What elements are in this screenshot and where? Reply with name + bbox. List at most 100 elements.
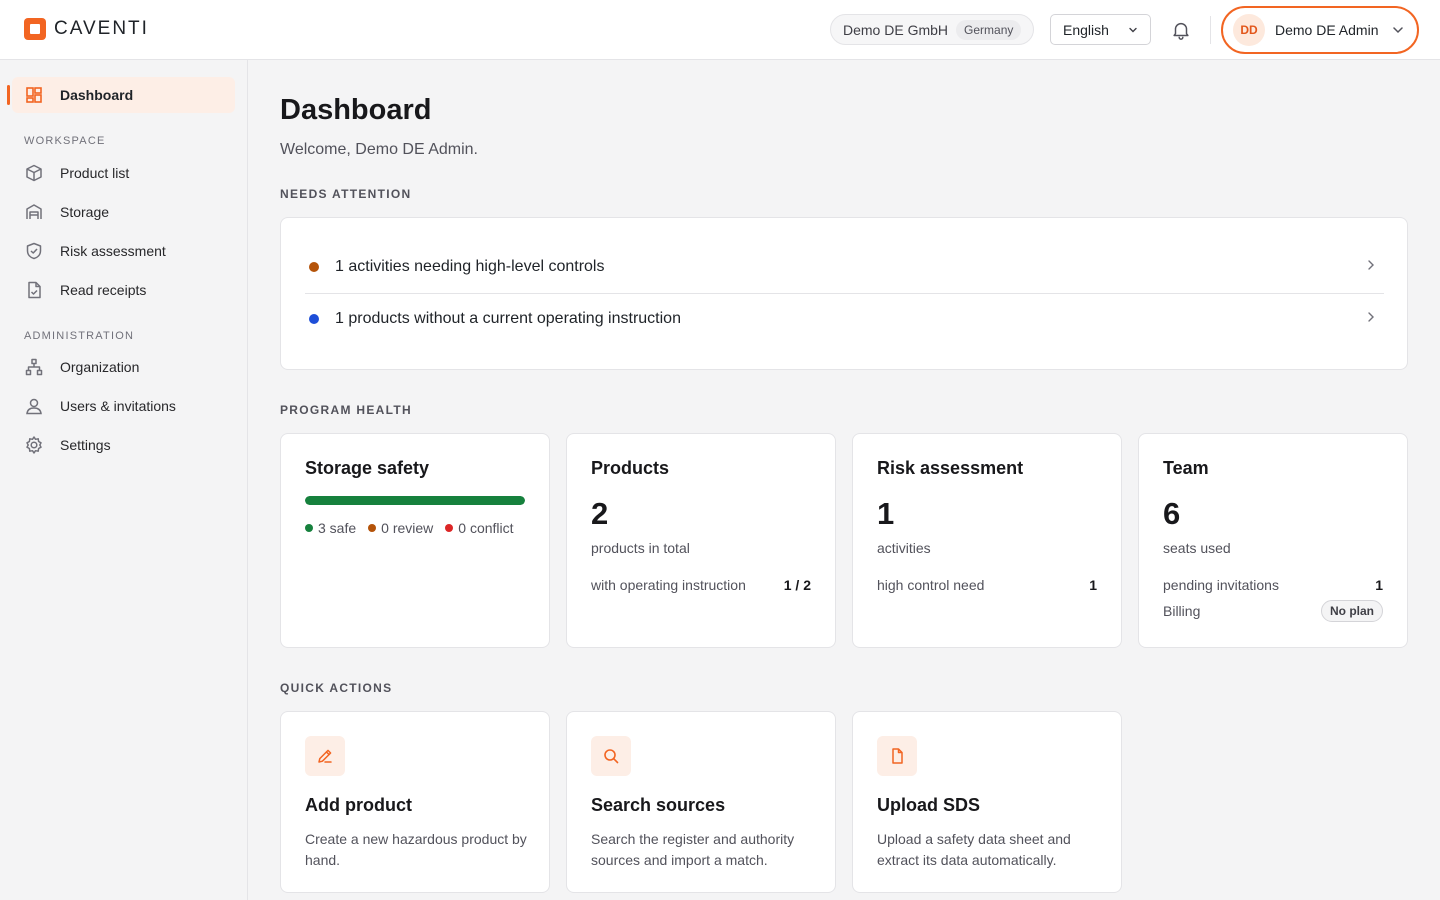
sidebar-item-risk-assessment[interactable]: Risk assessment [12,233,235,269]
card-title: Team [1163,458,1209,478]
icon-tile [591,736,631,776]
org-chart-icon [25,358,43,376]
row-label: Billing [1163,603,1201,619]
products-sub: products in total [591,540,690,556]
team-card[interactable]: Team 6 seats used pending invitations 1 … [1138,433,1408,648]
add-product-action[interactable]: Add product Create a new hazardous produ… [280,711,550,893]
attention-text: 1 products without a current operating i… [335,310,681,327]
sidebar: Dashboard WORKSPACE Product list Storage… [0,60,248,900]
bell-icon[interactable] [1170,19,1192,41]
sidebar-item-users[interactable]: Users & invitations [12,388,235,424]
sidebar-item-label: Dashboard [60,87,134,103]
sidebar-item-label: Organization [60,359,140,375]
row-label: with operating instruction [591,577,746,593]
main-content: Dashboard Welcome, Demo DE Admin. NEEDS … [248,60,1440,900]
sidebar-item-storage[interactable]: Storage [12,194,235,230]
org-country-badge: Germany [956,19,1022,40]
attention-text: 1 activities needing high-level controls [335,258,605,275]
section-needs-attention: NEEDS ATTENTION [280,187,412,201]
chevron-right-icon [1368,312,1374,322]
warehouse-icon [26,204,42,219]
sidebar-item-settings[interactable]: Settings [12,427,235,463]
action-title: Search sources [591,795,726,815]
legend-label: 3 safe [318,520,357,536]
brand-logo[interactable]: CAVENTI [24,18,149,40]
storage-safety-card[interactable]: Storage safety 3 safe 0 review 0 conflic… [280,433,550,648]
icon-tile [305,736,345,776]
row-value: 1 [1375,577,1383,593]
row-value: 1 [1089,577,1097,593]
user-name: Demo DE Admin [1275,22,1379,38]
user-menu-button[interactable]: DD Demo DE Admin [1221,6,1419,54]
file-icon [892,748,903,764]
sidebar-item-organization[interactable]: Organization [12,349,235,385]
sidebar-item-label: Users & invitations [60,398,176,414]
logo-icon [24,18,46,40]
organization-switcher[interactable]: Demo DE GmbH Germany [830,14,1035,45]
row-value: 1 / 2 [783,577,811,593]
language-value: English [1063,21,1109,38]
card-title: Storage safety [305,458,430,478]
sidebar-section-administration: ADMINISTRATION [24,330,135,342]
header-divider [1210,16,1211,44]
org-name: Demo DE GmbH [843,21,949,38]
seats-count: 6 [1163,496,1181,531]
legend-label: 0 conflict [458,520,514,536]
action-description: Upload a safety data sheet and extract i… [877,831,1071,868]
gear-icon [26,436,42,454]
operating-instruction-row: with operating instruction 1 / 2 [591,577,811,593]
legend-review: 0 review [368,520,433,536]
sidebar-item-label: Risk assessment [60,243,166,259]
risk-assessment-card[interactable]: Risk assessment 1 activities high contro… [852,433,1122,648]
language-select[interactable]: English [1050,14,1151,45]
storage-progress-bar [305,496,525,505]
billing-row: Billing No plan [1163,600,1383,622]
products-card[interactable]: Products 2 products in total with operat… [566,433,836,648]
top-bar: CAVENTI Demo DE GmbH Germany English DD … [0,0,1440,60]
products-count: 2 [591,496,609,531]
legend-conflict: 0 conflict [445,520,514,536]
sidebar-item-label: Storage [60,204,110,220]
user-icon [26,398,42,415]
chevron-right-icon [1368,260,1374,270]
chevron-down-icon [1129,27,1137,32]
upload-sds-action[interactable]: Upload SDS Upload a safety data sheet an… [852,711,1122,893]
sidebar-item-label: Read receipts [60,282,147,298]
dashboard-icon [26,87,42,103]
welcome-text: Welcome, Demo DE Admin. [280,141,478,158]
section-program-health: PROGRAM HEALTH [280,403,412,417]
page-title: Dashboard [280,94,432,126]
status-badge: No plan [1321,600,1383,622]
needs-attention-card: 1 activities needing high-level controls… [280,217,1408,370]
action-description: Search the register and authority source… [591,831,795,868]
progress-fill [305,496,525,505]
legend-dot [368,524,377,532]
sidebar-item-label: Settings [60,437,111,453]
chevron-down-icon [1393,27,1403,34]
sidebar-item-label: Product list [60,165,130,181]
sidebar-item-product-list[interactable]: Product list [12,155,235,191]
shield-check-icon [26,242,42,260]
storage-legend: 3 safe 0 review 0 conflict [305,520,514,536]
search-icon [604,749,619,764]
search-sources-action[interactable]: Search sources Search the register and a… [566,711,836,893]
sidebar-item-dashboard[interactable]: Dashboard [7,77,235,113]
attention-item[interactable]: 1 activities needing high-level controls [305,241,1384,293]
status-dot [309,262,319,272]
row-label: high control need [877,577,985,593]
card-title: Risk assessment [877,458,1024,478]
sidebar-item-read-receipts[interactable]: Read receipts [12,272,235,308]
action-title: Upload SDS [877,795,981,815]
section-quick-actions: QUICK ACTIONS [280,681,393,695]
attention-item[interactable]: 1 products without a current operating i… [305,293,1384,345]
brand-name: CAVENTI [54,18,149,39]
status-dot [309,314,319,324]
high-control-row: high control need 1 [877,577,1097,593]
document-check-icon [28,281,41,299]
action-title: Add product [305,795,412,815]
row-label: pending invitations [1163,577,1279,593]
avatar: DD [1233,14,1265,46]
legend-dot [305,524,313,532]
legend-safe: 3 safe [305,520,356,536]
activities-sub: activities [877,540,931,556]
